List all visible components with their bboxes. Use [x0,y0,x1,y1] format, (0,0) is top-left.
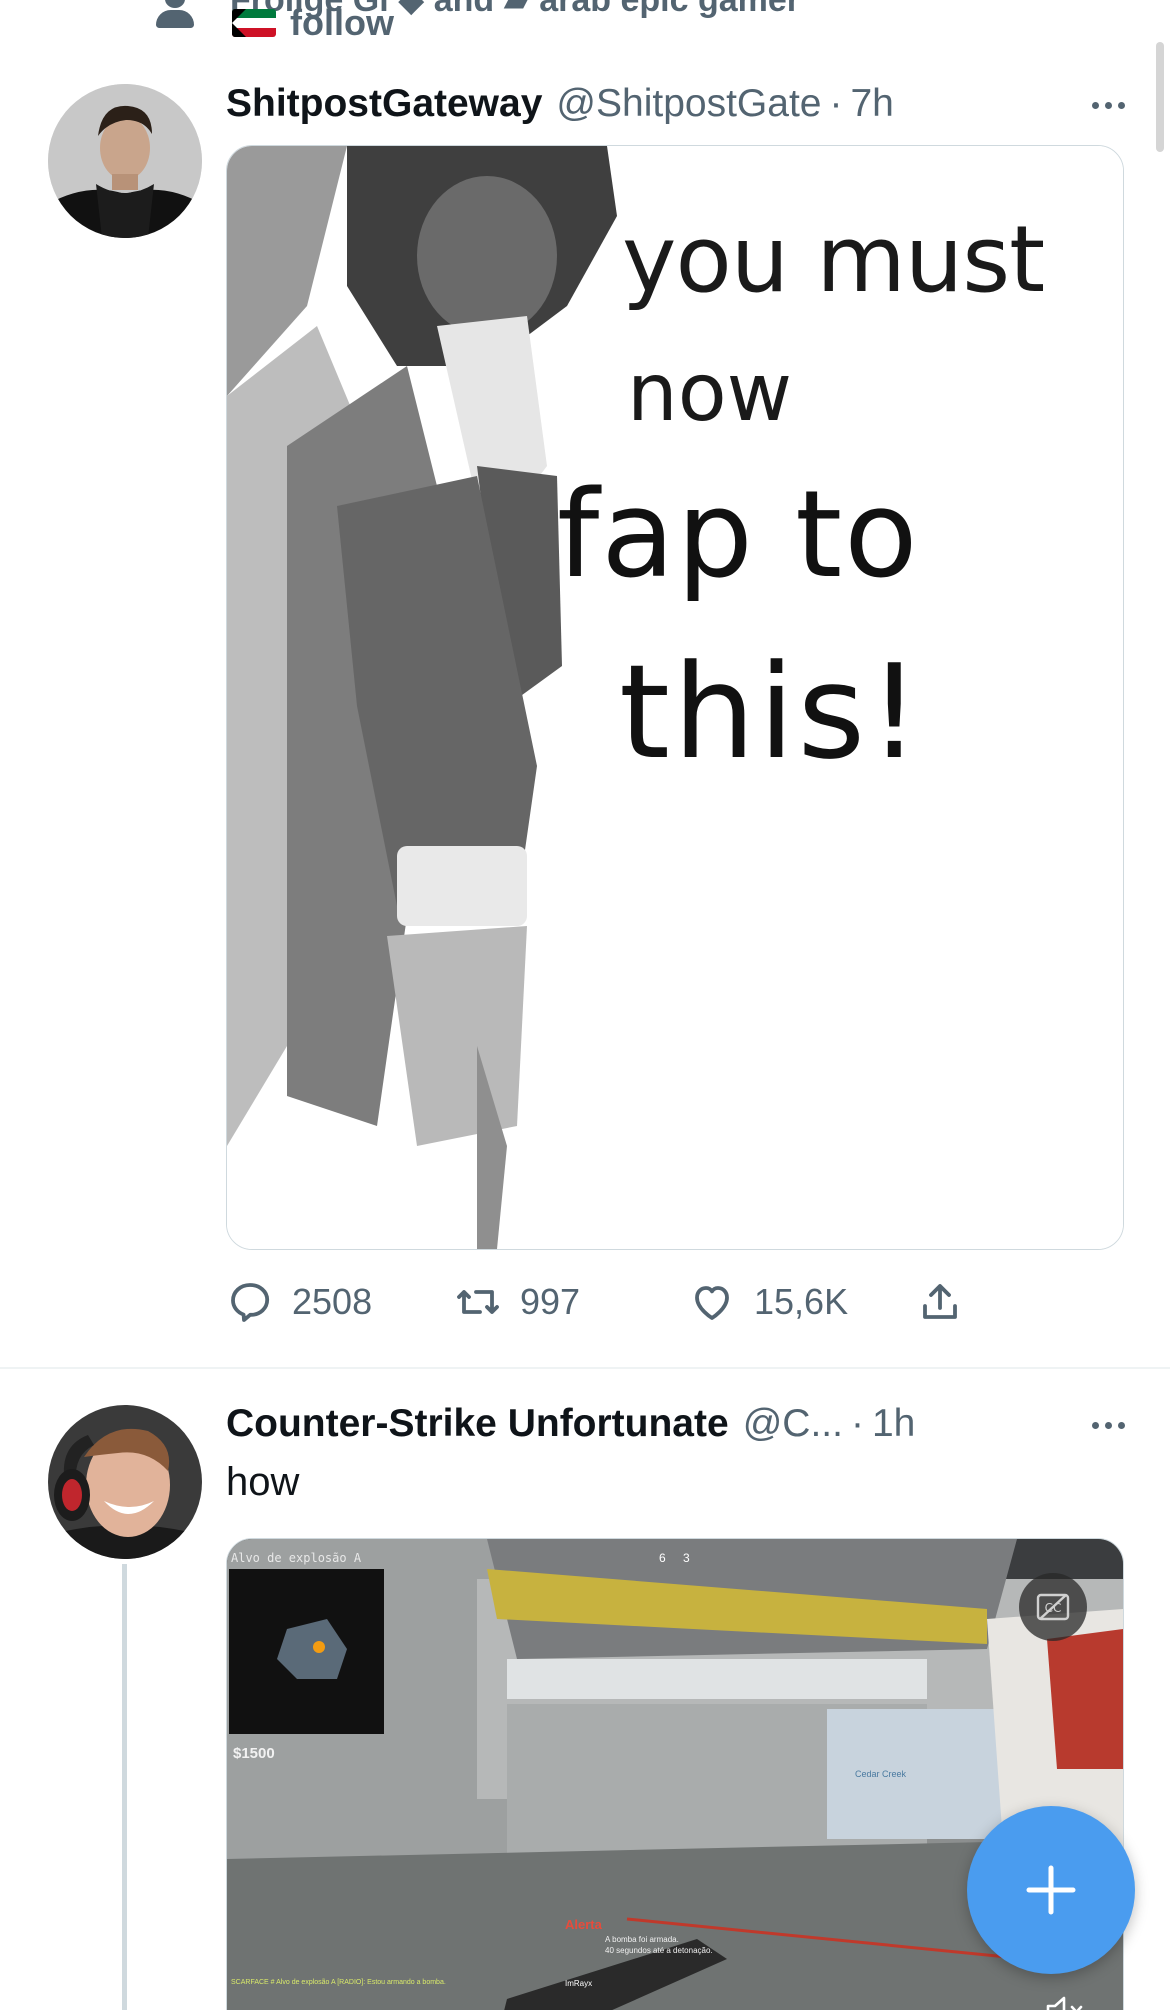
author-handle[interactable]: @C... [743,1402,843,1446]
closed-captions-icon[interactable]: CC [1019,1573,1087,1641]
tweet-text: how [226,1460,300,1504]
hud-sign: Cedar Creek [855,1769,907,1779]
hud-score-right: 3 [683,1551,690,1565]
avatar[interactable] [48,1405,202,1559]
tweet-counter-strike-unfortunate[interactable]: Counter-Strike Unfortunate @C... · 1h ho… [0,0,1170,2010]
muted-icon[interactable] [1037,1989,1097,2010]
hud-chat: SCARFACE # Alvo de explosão A [RADIO]: E… [231,1979,446,1986]
hud-score-left: 6 [659,1551,666,1565]
hud-target: Alvo de explosão A [231,1551,362,1565]
thread-line [122,1564,127,2010]
tweet-header: Counter-Strike Unfortunate @C... · 1h [226,1396,1130,1452]
hud-player: ImRayx [565,1979,593,1988]
compose-plus-icon [1026,1865,1076,1915]
hud-bomb-line1: A bomba foi armada. [605,1935,679,1944]
timeline: Frolige Gi ◆ and ▰ arab epic gamer follo… [0,0,1170,2010]
separator-dot: · [850,1402,864,1445]
hud-bomb-line2: 40 segundos até a detonação. [605,1946,713,1955]
timestamp[interactable]: 1h [872,1402,915,1446]
more-icon[interactable] [1086,1408,1130,1442]
hud-money: $1500 [233,1745,275,1762]
compose-button[interactable] [967,1806,1135,1974]
hud-alert: Alerta [565,1917,602,1932]
author-name[interactable]: Counter-Strike Unfortunate [226,1402,729,1446]
